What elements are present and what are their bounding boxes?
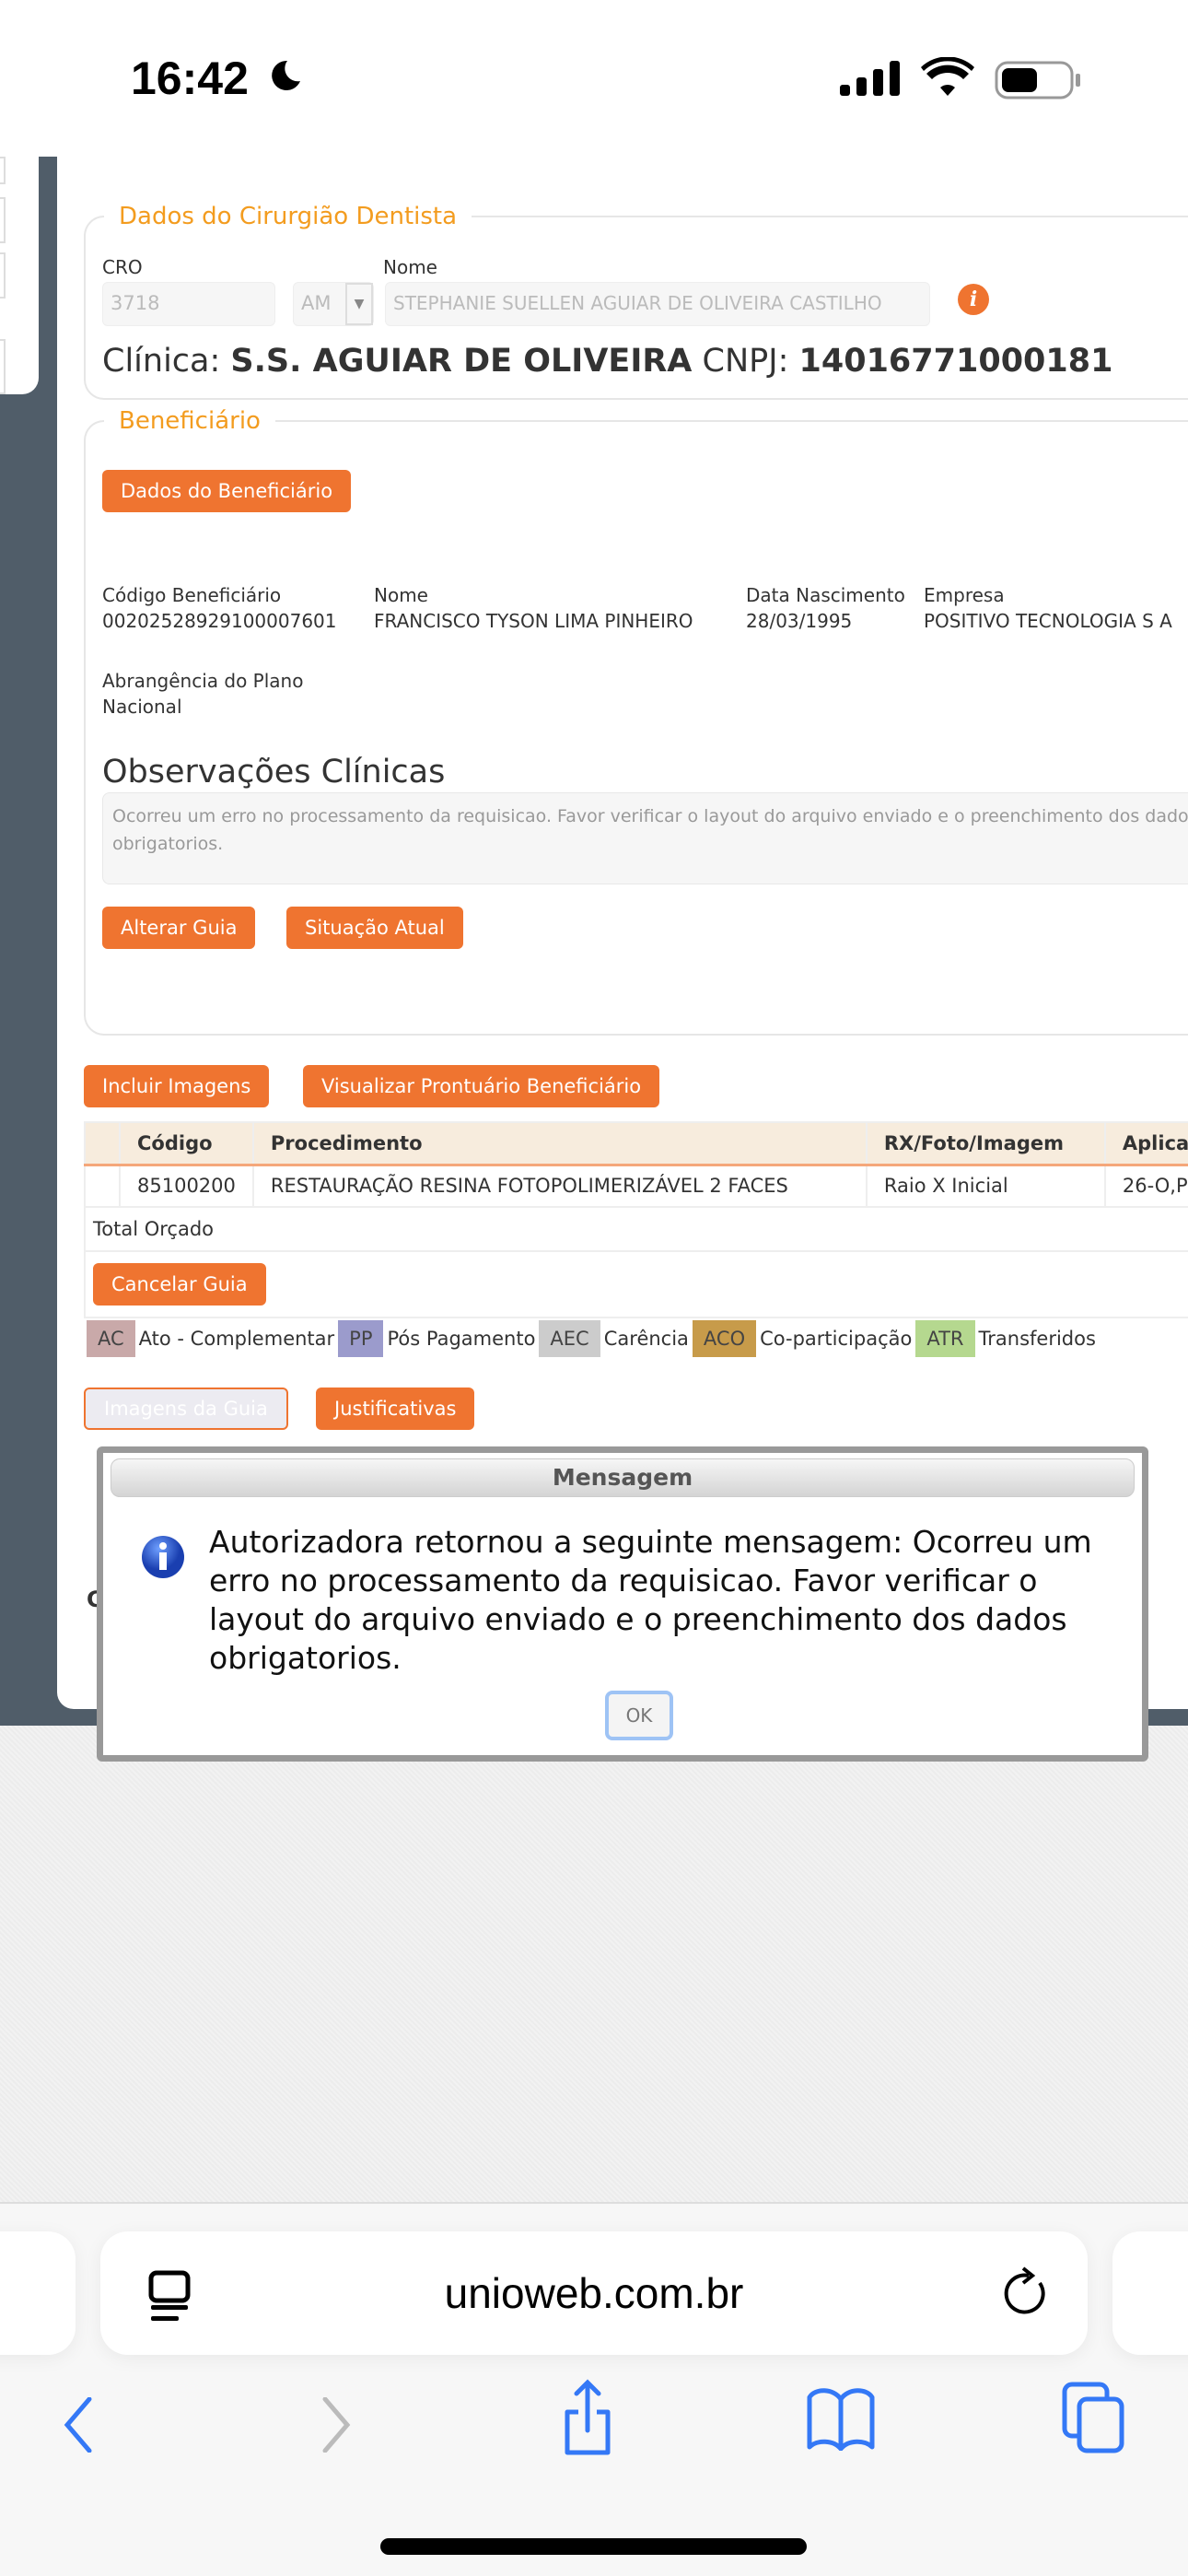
legend-badge: AC (87, 1320, 135, 1357)
battery-icon (995, 61, 1080, 100)
beneficiary-name: Nome FRANCISCO TYSON LIMA PINHEIRO (374, 584, 693, 632)
procedures-table: Código Procedimento RX/Foto/Imagem Aplic… (84, 1121, 1188, 1318)
clinic-name: S.S. AGUIAR DE OLIVEIRA (230, 343, 693, 380)
table-row[interactable]: 85100200 RESTAURAÇÃO RESINA FOTOPOLIMERI… (84, 1164, 1188, 1208)
procedure-code: 85100200 (119, 1164, 254, 1208)
alter-guide-button[interactable]: Alterar Guia (102, 907, 256, 949)
legend-label: Co-participação (760, 1328, 913, 1350)
legend-badge: PP (338, 1320, 384, 1357)
previous-tab[interactable] (0, 2231, 76, 2355)
guide-images-button[interactable]: Imagens da Guia (84, 1388, 288, 1430)
clinical-notes-title: Observações Clínicas (102, 754, 446, 790)
legend-badge: AEC (539, 1320, 600, 1357)
status-legend: AC Ato - Complementar PP Pós Pagamento AEC… (87, 1320, 1100, 1357)
wifi-icon (921, 57, 974, 96)
chevron-down-icon[interactable]: ▼ (345, 283, 373, 325)
forward-icon[interactable] (318, 2397, 355, 2453)
home-indicator (380, 2538, 807, 2555)
browser-toolbar: unioweb.com.br (0, 2202, 1188, 2576)
clinical-notes-textarea[interactable]: Ocorreu um erro no processamento da requ… (102, 792, 1188, 884)
tabs-icon[interactable] (1061, 2381, 1125, 2454)
view-record-button[interactable]: Visualizar Prontuário Beneficiário (303, 1065, 660, 1107)
beneficiary-code: Código Beneficiário 00202528929100007601 (102, 584, 337, 632)
url-text: unioweb.com.br (444, 2269, 744, 2317)
address-bar[interactable]: unioweb.com.br (100, 2231, 1088, 2355)
page-background (0, 1726, 1188, 2202)
back-icon[interactable] (60, 2397, 97, 2453)
legend-label: Carência (603, 1328, 689, 1350)
justifications-button[interactable]: Justificativas (316, 1388, 475, 1430)
cancel-guide-button[interactable]: Cancelar Guia (93, 1263, 266, 1306)
legend-badge: ACO (692, 1320, 757, 1357)
signal-icon (840, 61, 900, 96)
legend-badge: ATR (915, 1320, 975, 1357)
column-header (84, 1121, 121, 1166)
legend-label: Transferidos (978, 1328, 1096, 1350)
name-label: Nome (383, 256, 437, 278)
plan-coverage: Abrangência do Plano Nacional (102, 670, 304, 718)
status-bar: 16:42 (0, 0, 1188, 157)
procedure-name: RESTAURAÇÃO RESINA FOTOPOLIMERIZÁVEL 2 F… (251, 1164, 868, 1208)
clinic-label: Clínica: (102, 343, 221, 380)
beneficiary-birthdate: Data Nascimento 28/03/1995 (746, 584, 905, 632)
info-icon (142, 1536, 184, 1578)
uf-select[interactable]: AM ▼ (293, 282, 374, 326)
beneficiary-company: Empresa POSITIVO TECNOLOGIA S A (924, 584, 1172, 632)
info-icon[interactable]: i (958, 284, 989, 315)
bookmarks-icon[interactable] (806, 2386, 876, 2451)
cnpj-label: CNPJ: (702, 343, 789, 380)
dentist-legend: Dados do Cirurgião Dentista (119, 203, 458, 230)
cro-label: CRO (102, 256, 143, 278)
message-dialog: Mensagem Autorizadora retornou a seguint… (97, 1446, 1148, 1762)
moon-icon (272, 60, 300, 90)
cro-input[interactable]: 3718 (102, 282, 275, 326)
dialog-message: Autorizadora retornou a seguinte mensage… (209, 1524, 1092, 1676)
current-status-button[interactable]: Situação Atual (286, 907, 463, 949)
legend-label: Ato - Complementar (138, 1328, 335, 1350)
ok-button[interactable]: OK (605, 1691, 673, 1740)
uf-value: AM (301, 292, 332, 314)
reload-icon[interactable] (1003, 2266, 1049, 2322)
dentist-name-input[interactable]: STEPHANIE SUELLEN AGUIAR DE OLIVEIRA CAS… (385, 282, 930, 326)
column-header: Procedimento (251, 1121, 868, 1166)
cnpj-value: 14016771000181 (798, 343, 1113, 380)
procedure-application: 26-O,P (1103, 1164, 1188, 1208)
clock: 16:42 (131, 53, 249, 104)
clinic-line: Clínica: S.S. AGUIAR DE OLIVEIRA CNPJ: 1… (102, 343, 1112, 380)
procedure-image: Raio X Inicial (865, 1164, 1106, 1208)
dialog-title: Mensagem (111, 1458, 1135, 1497)
beneficiary-data-button[interactable]: Dados do Beneficiário (102, 470, 352, 512)
column-header: Aplicação (1103, 1121, 1188, 1166)
total-budget: Total Orçado (84, 1206, 1188, 1252)
column-header: Código (119, 1121, 254, 1166)
include-images-button[interactable]: Incluir Imagens (84, 1065, 270, 1107)
legend-label: Pós Pagamento (387, 1328, 536, 1350)
share-icon[interactable] (560, 2379, 615, 2456)
column-header: RX/Foto/Imagem (865, 1121, 1106, 1166)
beneficiary-legend: Beneficiário (119, 407, 261, 435)
next-tab[interactable] (1112, 2231, 1188, 2355)
